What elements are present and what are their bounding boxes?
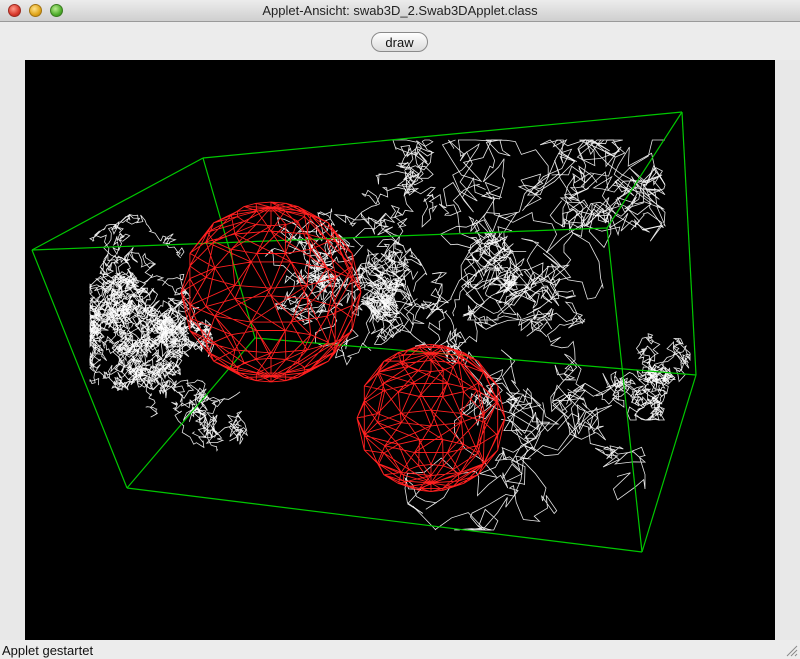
3d-scene <box>25 60 775 640</box>
status-text: Applet gestartet <box>2 643 94 658</box>
applet-canvas[interactable] <box>25 60 775 640</box>
draw-button[interactable]: draw <box>371 32 428 52</box>
window-titlebar[interactable]: Applet-Ansicht: swab3D_2.Swab3DApplet.cl… <box>0 0 800 22</box>
window-title: Applet-Ansicht: swab3D_2.Swab3DApplet.cl… <box>262 3 538 18</box>
status-bar: Applet gestartet <box>0 640 800 659</box>
resize-grip-icon[interactable] <box>786 645 798 657</box>
applet-toolbar: draw <box>0 22 800 60</box>
